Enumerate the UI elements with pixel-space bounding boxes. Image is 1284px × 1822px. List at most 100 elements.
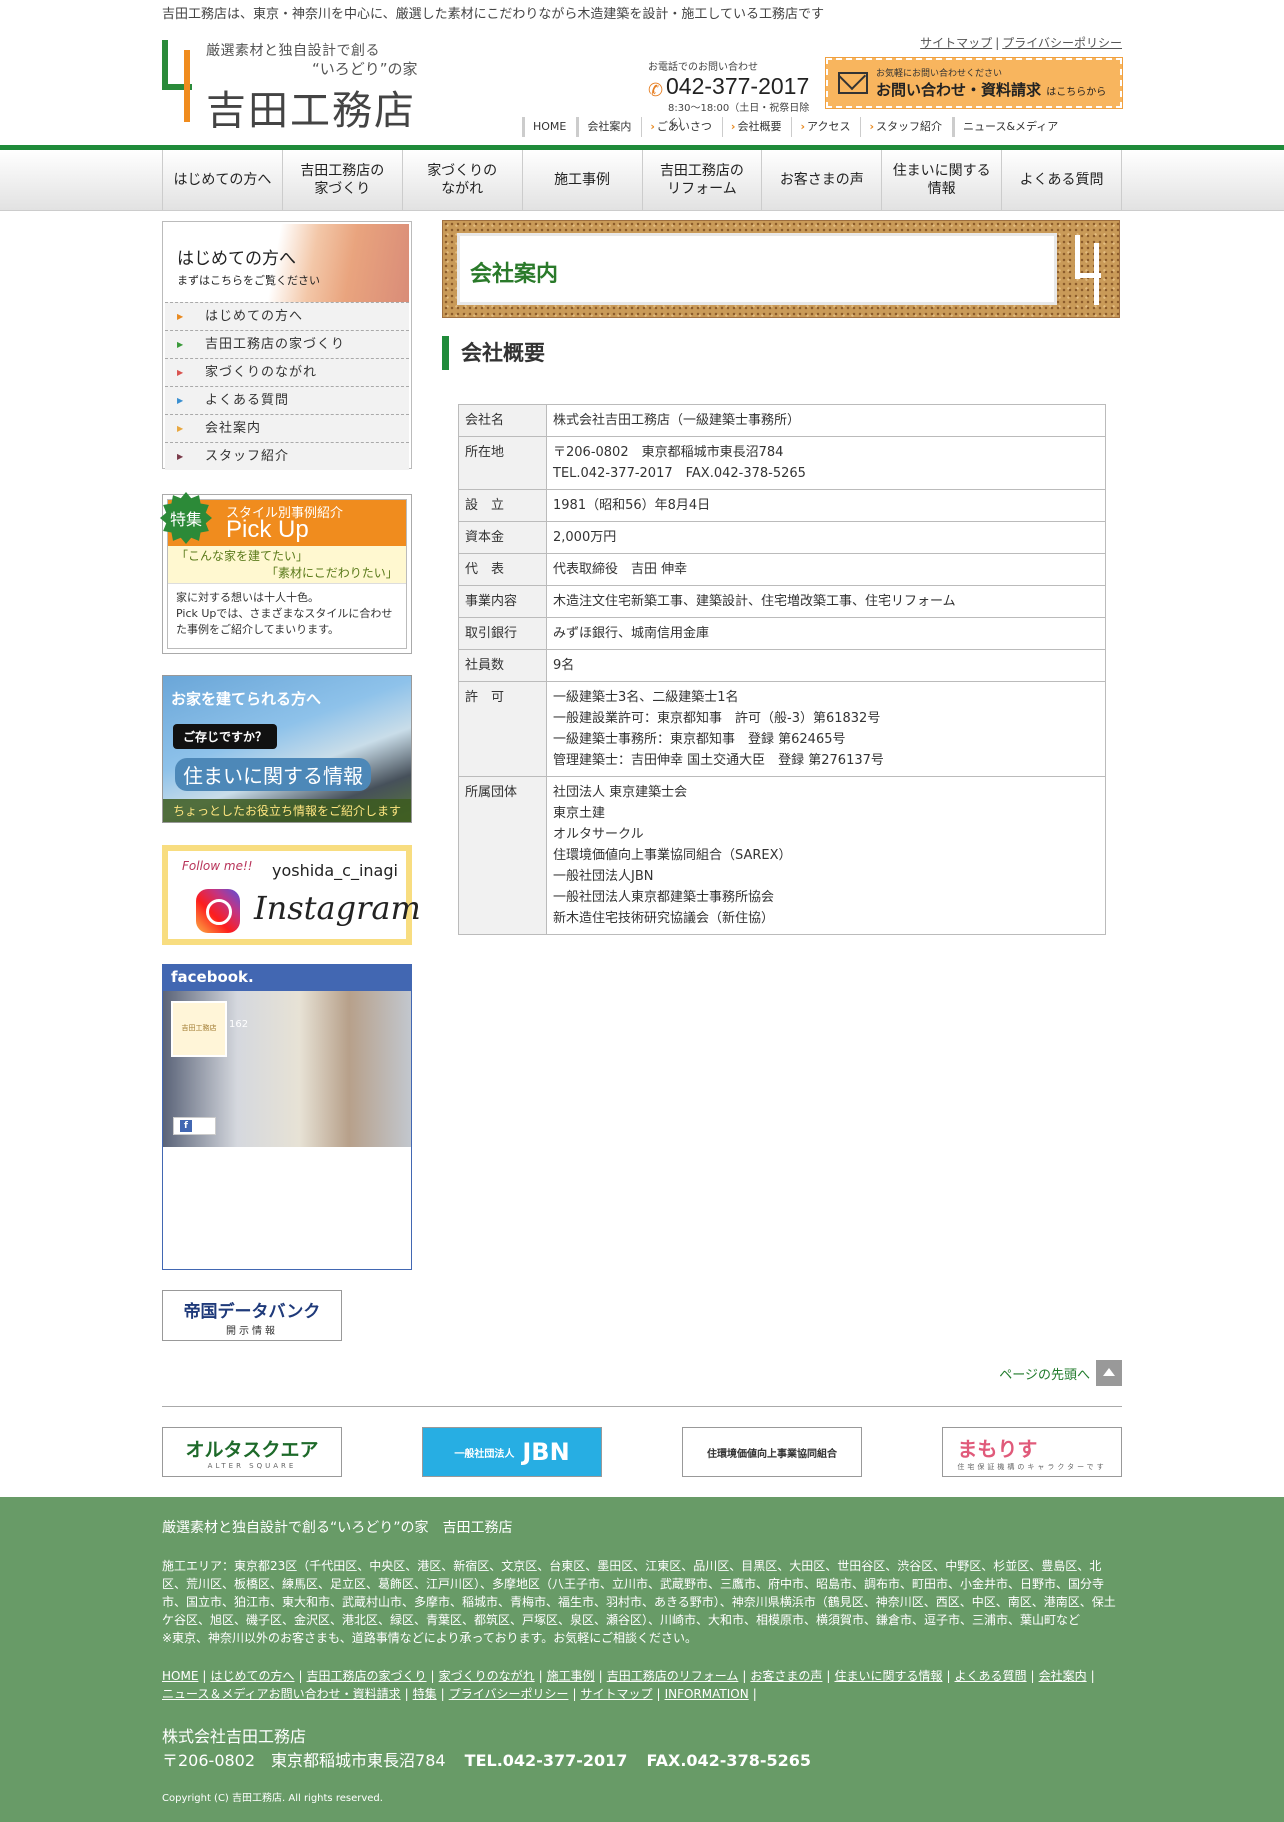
footer-link[interactable]: 住まいに関する情報 (834, 1669, 942, 1683)
row-value: 社団法人 東京建築士会 東京土建 オルタサークル 住環境価値向上事業協同組合（SARE… (546, 776, 1106, 935)
contact-suffix: はこちらから (1046, 87, 1107, 98)
instagram-banner[interactable]: Follow me!! yoshida_c_inagi Instagram (162, 845, 421, 945)
divider: | (1030, 1669, 1035, 1683)
footer-link[interactable]: 家づくりのながれ (439, 1669, 535, 1683)
sidebar-item-flow[interactable]: 家づくりのながれ (165, 358, 409, 387)
contact-main-label: お問い合わせ・資料請求 (876, 81, 1042, 99)
gnav-works[interactable]: 施工事例 (521, 150, 642, 210)
instagram-wordmark: Instagram (254, 889, 421, 927)
footer-company-name: 株式会社吉田工務店 (162, 1727, 307, 1746)
gnav-flow[interactable]: 家づくりの ながれ (401, 150, 522, 210)
divider: | (752, 1687, 757, 1701)
row-value-line: 一級建築士事務所：東京都知事 登録 第62465号 (553, 732, 846, 747)
gnav-reform[interactable]: 吉田工務店の リフォーム (641, 150, 762, 210)
row-value-line: 1981（昭和56）年8月4日 (553, 498, 711, 513)
footer-link[interactable]: INFORMATION (665, 1687, 749, 1701)
row-value: 株式会社吉田工務店（一級建築士事務所） (546, 404, 1106, 437)
row-label: 所属団体 (458, 776, 547, 935)
facebook-page-thumbnail[interactable]: 吉田工務店 (171, 1001, 227, 1057)
facebook-logo: facebook. (163, 965, 411, 991)
footer-link[interactable]: はじめての方へ (210, 1669, 294, 1683)
privacy-link[interactable]: プライバシーポリシー (1002, 36, 1122, 50)
jbn-banner[interactable]: 一般社団法人 JBN (422, 1427, 602, 1477)
row-label: 社員数 (458, 649, 547, 682)
site-tagline: 吉田工務店は、東京・神奈川を中心に、厳選した素材にこだわりながら木造建築を設計・… (162, 7, 824, 22)
subnav-staff[interactable]: スタッフ紹介 (860, 117, 952, 137)
row-label: 事業内容 (458, 585, 547, 618)
divider: | (826, 1669, 831, 1683)
pickup-inner: 特集 スタイル別事例紹介 Pick Up 「こんな家を建てたい」 「素材にこだわ… (160, 492, 407, 649)
pickup-description: 家に対する想いは十人十色。 Pick Upでは、さまざまなスタイルに合わせた事例… (176, 591, 393, 636)
sitemap-link[interactable]: サイトマップ (920, 36, 992, 50)
sidebar-beginners-header[interactable]: はじめての方へ まずはこちらをご覧ください (165, 224, 409, 302)
housing-info-banner[interactable]: お家を建てられる方へ ご存じですか？ 住まいに関する情報 ちょっとしたお役立ち情… (162, 675, 412, 823)
row-value-line: 一般社団法人東京都建築士事務所協会 (553, 890, 775, 905)
section-title: 会社概要 (442, 336, 545, 370)
teikoku-databank-banner[interactable]: 帝国データバンク 開示情報 (162, 1290, 342, 1341)
page-top-link[interactable]: ページの先頭へ (999, 1360, 1122, 1386)
subnav-greeting[interactable]: ごあいさつ (641, 117, 722, 137)
table-row: 所在地 〒206-0802 東京都稲城市東長沼784 TEL.042-377-201… (458, 436, 1106, 490)
row-label: 所在地 (458, 436, 547, 490)
mamoris-name: まもりす (957, 1436, 1038, 1461)
row-value-line: 管理建築士：吉田伸幸 国土交通大臣 登録 第276137号 (553, 753, 884, 768)
divider: | (202, 1669, 207, 1683)
footer-link[interactable]: お問い合わせ・資料請求 (269, 1687, 401, 1701)
sidebar-item-staff[interactable]: スタッフ紹介 (165, 442, 409, 471)
footer-link[interactable]: よくある質問 (955, 1669, 1027, 1683)
sidebar-item-beginners[interactable]: はじめての方へ (165, 302, 409, 331)
footer-link[interactable]: ニュース＆メディア (162, 1687, 269, 1701)
arrow-up-icon (1096, 1360, 1122, 1386)
footer-link[interactable]: 吉田工務店のリフォーム (607, 1669, 739, 1683)
alter-square-banner[interactable]: オルタスクエア ALTER SQUARE (162, 1427, 342, 1477)
row-value-line: 一級建築士3名、二級建築士1名 (553, 690, 739, 705)
sidebar-item-house-making[interactable]: 吉田工務店の家づくり (165, 330, 409, 359)
subnav-home[interactable]: HOME (522, 117, 576, 137)
footer-service-area: 施工エリア：東京都23区（千代田区、中央区、港区、新宿区、文京区、台東区、墨田区… (162, 1557, 1122, 1647)
alter-square-sub: ALTER SQUARE (207, 1461, 297, 1470)
gnav-faq[interactable]: よくある質問 (1001, 150, 1122, 210)
facebook-cover[interactable]: 吉田工務店 162 f (163, 991, 411, 1147)
page-title: 会社案内 (470, 262, 559, 287)
footer-link[interactable]: プライバシーポリシー (449, 1687, 569, 1701)
row-value-line: 9名 (553, 658, 575, 673)
banner-heading: お家を建てられる方へ (171, 690, 322, 708)
pickup-quotes: 「こんな家を建てたい」 「素材にこだわりたい」 (168, 546, 406, 584)
footer-link[interactable]: 施工事例 (547, 1669, 595, 1683)
logo-subtitle-2: “いろどり”の家 (312, 60, 418, 78)
gnav-voices[interactable]: お客さまの声 (761, 150, 881, 210)
logo-mark-icon (162, 40, 192, 122)
divider: | (572, 1687, 577, 1701)
row-value-line: 〒206-0802 東京都稲城市東長沼784 (553, 445, 784, 460)
subnav-news[interactable]: ニュース&メディア (952, 117, 1068, 137)
pickup-title: Pick Up (226, 516, 309, 543)
subnav-access[interactable]: アクセス (791, 117, 860, 137)
site-logo[interactable]: 厳選素材と独自設計で創る “いろどり”の家 吉田工務店 (162, 38, 432, 134)
footer-link[interactable]: 会社案内 (1039, 1669, 1087, 1683)
footer-link[interactable]: お客さまの声 (750, 1669, 822, 1683)
row-label: 代 表 (458, 553, 547, 586)
subnav-company[interactable]: 会社案内 (576, 117, 641, 137)
pickup-banner[interactable]: 特集 スタイル別事例紹介 Pick Up 「こんな家を建てたい」 「素材にこだわ… (160, 492, 412, 654)
sidebar-item-faq[interactable]: よくある質問 (165, 386, 409, 415)
pickup-quote-1: 「こんな家を建てたい」 (176, 549, 309, 563)
phone-number[interactable]: 042-377-2017 (666, 73, 809, 99)
footer-link[interactable]: 特集 (413, 1687, 437, 1701)
sidebar-item-company[interactable]: 会社案内 (165, 414, 409, 443)
footer-link[interactable]: HOME (162, 1669, 198, 1683)
gnav-house-making[interactable]: 吉田工務店の 家づくり (281, 150, 402, 210)
gnav-beginners[interactable]: はじめての方へ (162, 150, 282, 210)
contact-request-button[interactable]: お気軽にお問い合わせください お問い合わせ・資料請求 はこちらから (825, 57, 1123, 109)
subnav-overview[interactable]: 会社概要 (721, 117, 792, 137)
gnav-housing-info[interactable]: 住まいに関する 情報 (881, 150, 1001, 210)
sarex-banner[interactable]: 住環境価値向上事業協同組合 (682, 1427, 862, 1477)
mamoris-banner[interactable]: まもりす 住宅保証機構のキャラクターです (942, 1427, 1122, 1477)
footer-address: 〒206-0802 東京都稲城市東長沼784 (162, 1751, 446, 1770)
footer-link[interactable]: サイトマップ (581, 1687, 653, 1701)
page-title-paper: 会社案内 (457, 233, 1057, 305)
facebook-like-button[interactable]: f (173, 1117, 217, 1135)
jbn-name: JBN (522, 1438, 570, 1466)
footer-link[interactable]: 吉田工務店の家づくり (307, 1669, 427, 1683)
facebook-follower-count: 162 (229, 1019, 249, 1030)
banner-title: 住まいに関する情報 (175, 758, 371, 791)
